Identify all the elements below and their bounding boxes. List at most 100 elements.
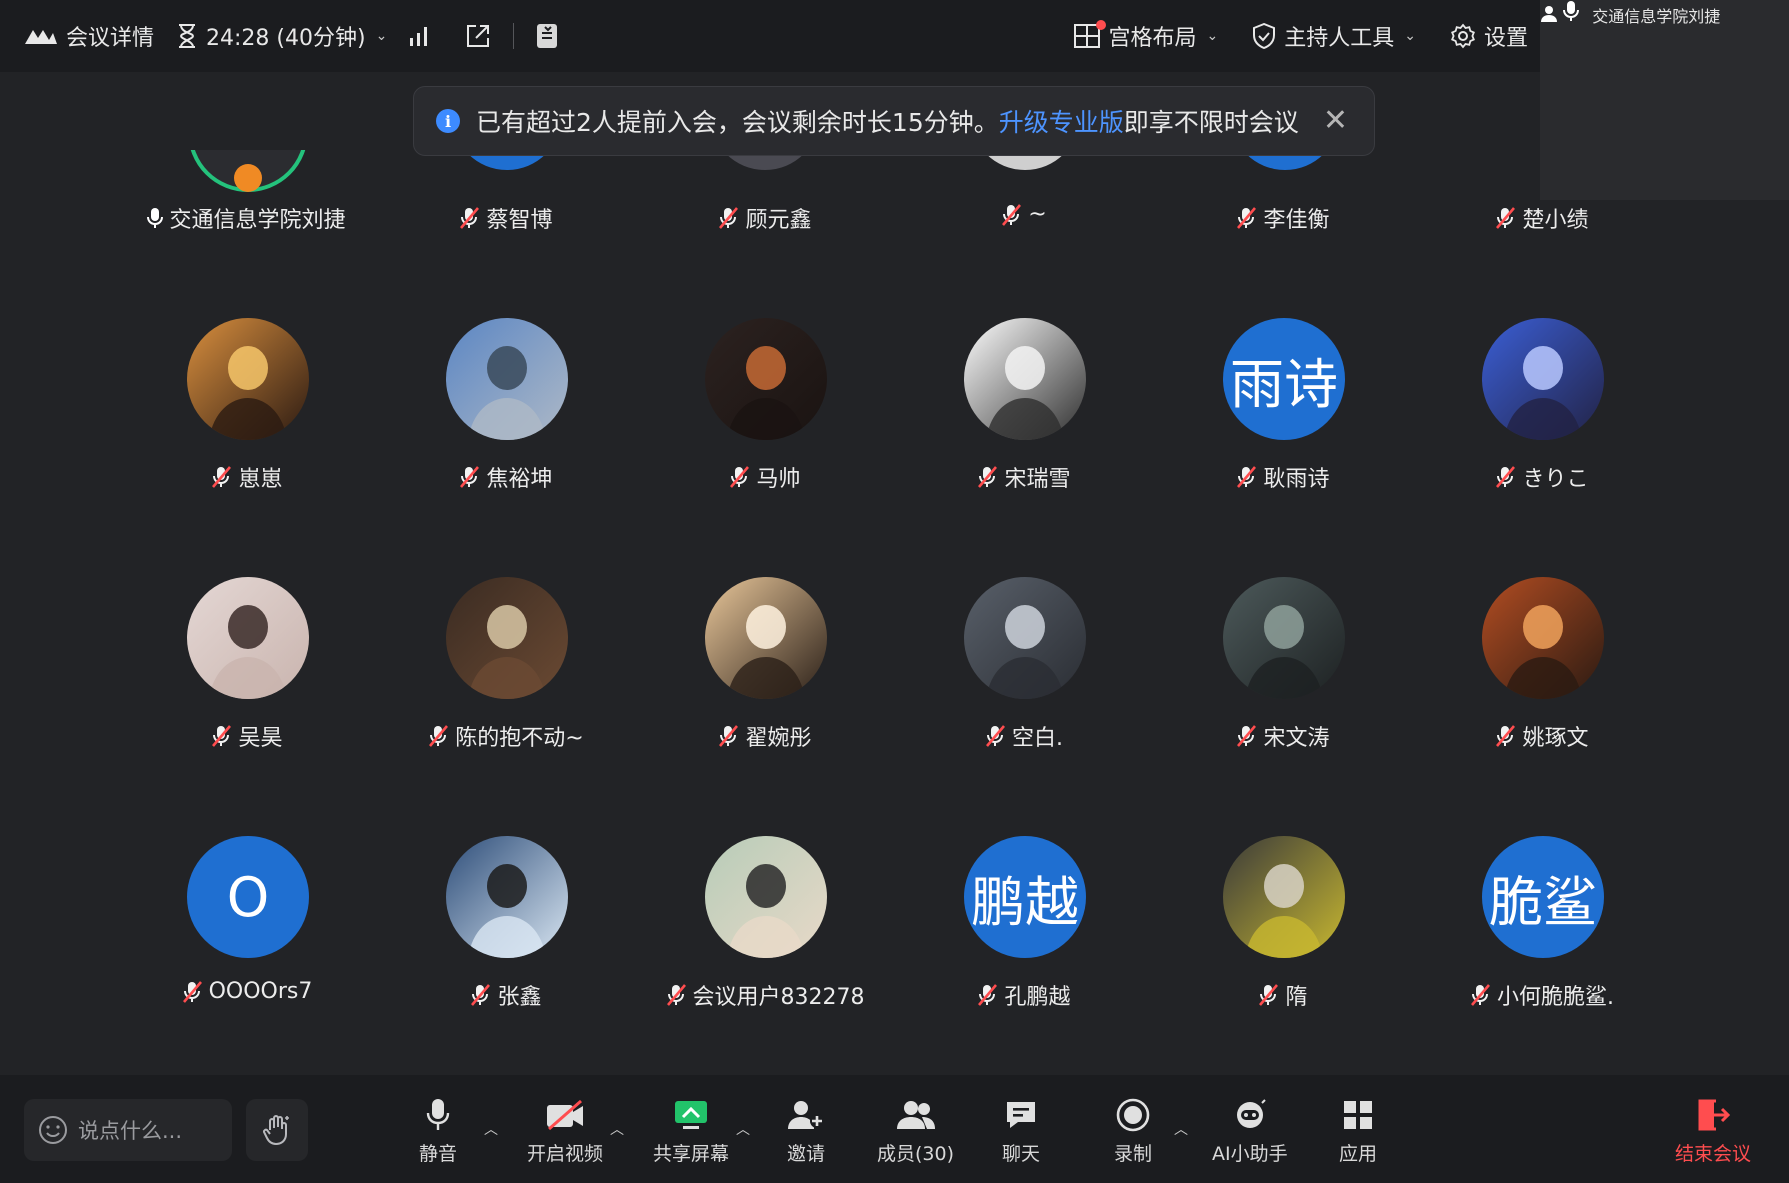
mic-muted-icon [1494, 724, 1516, 748]
mic-muted-icon [1257, 983, 1279, 1007]
participant-avatar [1482, 318, 1604, 440]
mic-muted-icon [717, 724, 739, 748]
participant-avatar: O [187, 836, 309, 958]
participant-name: 翟婉彤 [635, 720, 894, 752]
participant-name-text: 崽崽 [238, 467, 283, 492]
participant-name-text: 吴昊 [238, 726, 283, 751]
info-icon: i [436, 109, 460, 133]
participant-name-text: 隋 [1285, 985, 1308, 1010]
share-options-chevron-icon[interactable]: ︿ [736, 1119, 750, 1139]
bottom-toolbar: 说点什么... 静音 ︿ 开启视频 ︿ 共享屏幕 ︿ 邀请 成员(30) 聊天 … [0, 1075, 1789, 1183]
add-user-icon [787, 1097, 825, 1133]
ai-label: AI小助手 [1212, 1143, 1288, 1165]
participant-avatar [446, 577, 568, 699]
mic-muted-icon [1235, 724, 1257, 748]
microphone-icon [147, 208, 164, 228]
mic-muted-icon [1000, 203, 1022, 227]
raise-hand-button[interactable] [246, 1099, 308, 1161]
participant-name: 焦裕坤 [376, 461, 635, 493]
participant-name: 张鑫 [376, 979, 635, 1011]
upgrade-link[interactable]: 升级专业版 [999, 103, 1124, 139]
participant-avatar: 雨诗 [1223, 318, 1345, 440]
members-label: 成员(30) [877, 1143, 955, 1165]
close-icon[interactable]: ✕ [1323, 103, 1348, 138]
participant-name-text: 蔡智博 [486, 208, 553, 233]
mic-muted-icon [1235, 206, 1257, 230]
participant-name: ~ [894, 202, 1153, 227]
record-button[interactable]: 录制 [1114, 1097, 1152, 1166]
notice-text-end: 即享不限时会议 [1123, 108, 1299, 137]
participant-tile[interactable]: 马帅 [635, 259, 894, 518]
apps-button[interactable]: 应用 [1339, 1097, 1377, 1166]
participant-tile[interactable]: O OOOOrs7 [117, 777, 376, 1036]
mic-muted-icon [665, 983, 687, 1007]
participant-name-text: きりこ [1522, 467, 1589, 492]
participant-tile[interactable]: 宋文涛 [1153, 518, 1412, 777]
end-meeting-button[interactable]: 结束会议 [1675, 1097, 1751, 1166]
participant-avatar [1223, 836, 1345, 958]
mic-muted-icon [717, 206, 739, 230]
participant-tile[interactable]: 宋瑞雪 [894, 259, 1153, 518]
members-button[interactable]: 成员(30) [877, 1097, 954, 1166]
meeting-stage: 会议详情 24:28 (40分钟) ⌄ 宫格布局 ⌄ 主持人工具 ⌄ 设置 i … [0, 0, 1789, 1183]
participant-tile[interactable]: 翟婉彤 [635, 518, 894, 777]
participant-avatar [705, 836, 827, 958]
participant-name-text: 张鑫 [497, 985, 542, 1010]
mic-muted-icon [458, 465, 480, 489]
mic-muted-icon [976, 465, 998, 489]
mute-button[interactable]: 静音 [419, 1097, 457, 1166]
participant-name: 会议用户832278 [635, 979, 894, 1011]
participant-avatar [964, 318, 1086, 440]
share-screen-icon [673, 1097, 709, 1133]
participant-name: 宋瑞雪 [894, 461, 1153, 493]
participant-tile[interactable]: 鹏越孔鹏越 [894, 777, 1153, 1036]
ai-assistant-button[interactable]: AI小助手 [1212, 1097, 1288, 1166]
mic-muted-icon [210, 724, 232, 748]
participant-tile[interactable]: 楚小绩 [1412, 0, 1671, 259]
share-screen-button[interactable]: 共享屏幕 [653, 1097, 729, 1166]
participant-tile[interactable]: 隋 [1153, 777, 1412, 1036]
time-limit-notice: i 已有超过2人提前入会，会议剩余时长15分钟。 升级专业版 即享不限时会议 ✕ [413, 86, 1375, 156]
participant-name-text: 马帅 [756, 467, 801, 492]
mute-label: 静音 [419, 1143, 458, 1165]
invite-button[interactable]: 邀请 [787, 1097, 825, 1166]
participant-name-text: 楚小绩 [1522, 208, 1589, 233]
participant-tile[interactable]: 空白. [894, 518, 1153, 777]
participant-name: 蔡智博 [376, 202, 635, 234]
participant-tile[interactable]: 吴昊 [117, 518, 376, 777]
share-label: 共享屏幕 [653, 1143, 730, 1165]
participant-tile[interactable]: 陈的抱不动~ [376, 518, 635, 777]
participant-tile[interactable]: 交通信息学院刘捷 [117, 0, 376, 259]
participant-name: 姚琢文 [1412, 720, 1671, 752]
mic-muted-icon [1494, 465, 1516, 489]
participant-name-text: 翟婉彤 [745, 726, 812, 751]
start-video-button[interactable]: 开启视频 [527, 1097, 603, 1166]
participant-tile[interactable]: 脆鲨 小何脆脆鲨. [1412, 777, 1671, 1036]
participant-avatar [187, 318, 309, 440]
participant-name-text: ~ [1028, 202, 1047, 227]
microphone-icon [426, 1097, 450, 1133]
participant-name: 顾元鑫 [635, 202, 894, 234]
ai-assistant-icon [1232, 1097, 1268, 1133]
participant-tile[interactable]: きりこ [1412, 259, 1671, 518]
participant-tile[interactable]: 姚琢文 [1412, 518, 1671, 777]
participant-tile[interactable]: 崽崽 [117, 259, 376, 518]
mic-muted-icon [1469, 983, 1491, 1007]
mute-options-chevron-icon[interactable]: ︿ [484, 1119, 498, 1139]
participant-name: 吴昊 [117, 720, 376, 752]
participant-tile[interactable]: 会议用户832278 [635, 777, 894, 1036]
notice-text: 已有超过2人提前入会，会议剩余时长15分钟。 [476, 108, 999, 137]
participant-tile[interactable]: 雨诗 耿雨诗 [1153, 259, 1412, 518]
mic-muted-icon [427, 724, 449, 748]
participant-tile[interactable]: 焦裕坤 [376, 259, 635, 518]
participant-name: 交通信息学院刘捷 [117, 202, 376, 234]
quick-chat-input[interactable]: 说点什么... [24, 1099, 232, 1161]
participant-avatar: 鹏越 [964, 836, 1086, 958]
video-options-chevron-icon[interactable]: ︿ [610, 1119, 624, 1139]
participant-name-text: 孔鹏越 [1004, 985, 1071, 1010]
record-options-chevron-icon[interactable]: ︿ [1174, 1119, 1188, 1139]
mic-muted-icon [984, 724, 1006, 748]
chat-button[interactable]: 聊天 [1002, 1097, 1040, 1166]
participant-tile[interactable]: 张鑫 [376, 777, 635, 1036]
mic-muted-icon [728, 465, 750, 489]
